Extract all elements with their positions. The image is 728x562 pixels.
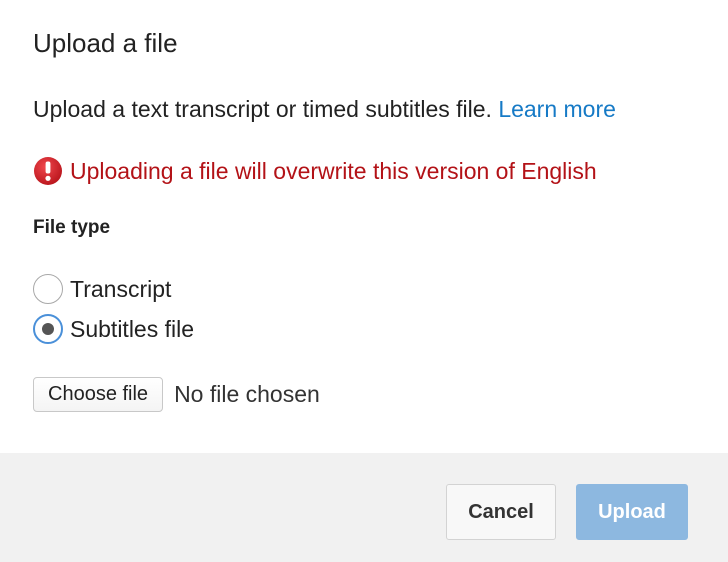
file-status: No file chosen [174,381,320,407]
dialog-footer: Cancel Upload [0,453,728,562]
transcript-radio[interactable] [33,274,63,304]
learn-more-link[interactable]: Learn more [498,96,616,122]
transcript-option[interactable]: Transcript [33,274,171,304]
upload-button[interactable]: Upload [576,484,688,540]
upload-file-dialog: Upload a file Upload a text transcript o… [0,0,728,562]
subtitles-file-option[interactable]: Subtitles file [33,314,194,344]
transcript-label: Transcript [70,275,172,302]
overwrite-warning: Uploading a file will overwrite this ver… [33,156,597,186]
subtitles-file-label: Subtitles file [70,315,195,342]
choose-file-button[interactable]: Choose file [33,377,164,412]
dialog-description: Upload a text transcript or timed subtit… [33,96,616,123]
error-exclamation-icon [33,156,63,186]
warning-text: Uploading a file will overwrite this ver… [70,157,597,184]
file-input: Choose file No file chosen [33,377,320,412]
file-type-label: File type [33,217,111,238]
subtitles-file-radio[interactable] [33,314,63,344]
cancel-button[interactable]: Cancel [446,484,556,540]
dialog-title: Upload a file [33,28,178,58]
description-text: Upload a text transcript or timed subtit… [33,96,492,122]
